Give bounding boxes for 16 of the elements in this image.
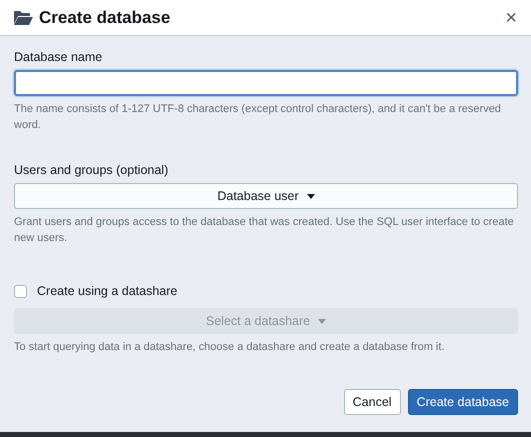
hint-text: To start querying data in a datashare, choose a datashare and create a database from it. xyxy=(14,340,446,355)
field-label: Database name xyxy=(14,50,104,64)
input-field[interactable] xyxy=(14,70,518,96)
close-button[interactable]: × xyxy=(505,8,517,28)
create-button[interactable]: Create database xyxy=(408,389,518,415)
field-label: Users and groups (optional) xyxy=(14,163,170,177)
dialog-title: Create database xyxy=(39,8,172,28)
hint-text: The name consists of 1-127 UTF-8 characters (except control characters), and it can't be a reserved word. xyxy=(14,102,502,133)
cancel-button[interactable]: Cancel xyxy=(344,389,401,415)
folder-icon xyxy=(14,10,33,25)
caret-icon xyxy=(318,318,326,324)
hint-text: Grant users and groups access to the database that was created. Use the SQL user interface to create new users. xyxy=(14,215,515,246)
checkbox-label: Create using a datashare xyxy=(37,284,178,298)
checkbox[interactable] xyxy=(14,284,27,298)
dropdown[interactable]: Database user xyxy=(14,183,518,209)
caret-icon xyxy=(306,194,315,198)
